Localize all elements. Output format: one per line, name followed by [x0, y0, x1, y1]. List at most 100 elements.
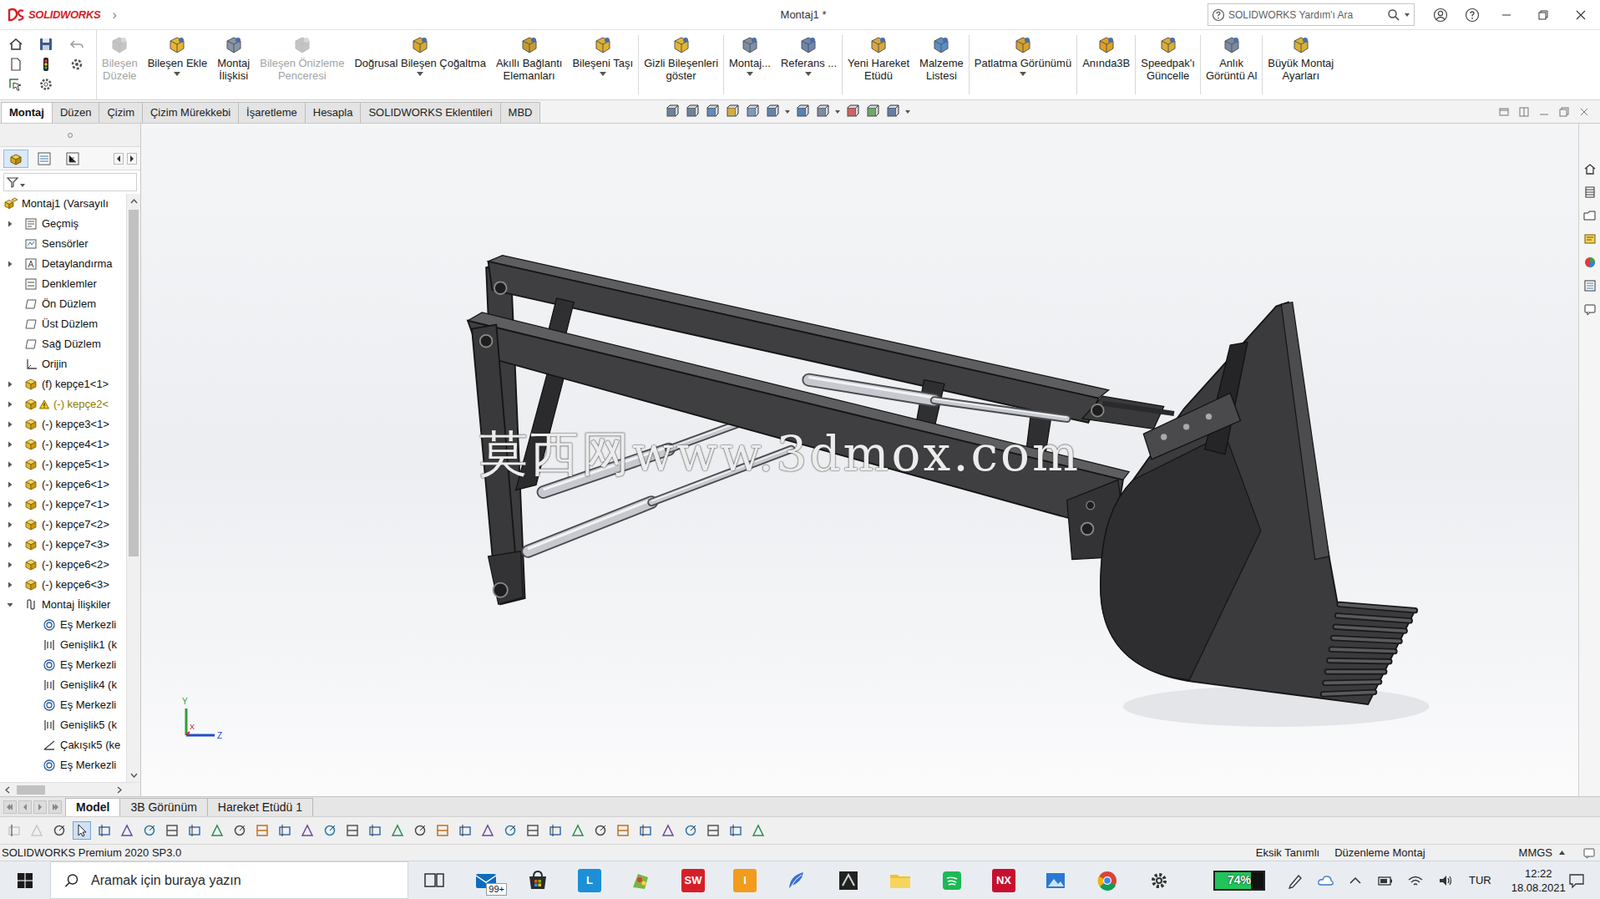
- model-tab[interactable]: Hareket Etüdü 1: [207, 797, 314, 816]
- dropdown-caret-icon[interactable]: [298, 84, 306, 89]
- design-library-icon[interactable]: [1583, 185, 1597, 199]
- options-icon[interactable]: [69, 56, 85, 72]
- sketch-tool-icon[interactable]: [185, 820, 204, 840]
- sketch-tool-icon[interactable]: [658, 820, 678, 840]
- sketch-tool-icon[interactable]: [568, 820, 588, 840]
- tree-item[interactable]: (-) kepçe6<1>: [0, 474, 127, 495]
- tree-item[interactable]: Detaylandırma: [0, 253, 127, 274]
- view-dropdown-icon[interactable]: [784, 110, 790, 114]
- ribbon-button[interactable]: Akıllı BağlantıElemanları: [491, 30, 568, 100]
- folder-icon[interactable]: [888, 868, 912, 892]
- resources-icon[interactable]: [1583, 162, 1597, 176]
- tree-item-label[interactable]: (-) kepçe6<1>: [41, 475, 110, 493]
- tree-item[interactable]: (-) kepçe5<1>: [0, 454, 127, 475]
- tree-item-label[interactable]: (-) kepçe6<3>: [41, 576, 110, 593]
- expander-icon[interactable]: [4, 518, 16, 531]
- view-tool-icon[interactable]: [794, 104, 811, 120]
- tree-item-label[interactable]: Montaj1 (Varsayılı: [21, 195, 109, 213]
- taskbar-app[interactable]: [408, 860, 461, 899]
- filter-dropdown-icon[interactable]: [20, 183, 26, 188]
- forum-icon[interactable]: [1583, 302, 1597, 316]
- tree-item-label[interactable]: Detaylandırma: [41, 255, 113, 273]
- ribbon-button[interactable]: Patlatma Görünümü: [969, 30, 1077, 100]
- settings-app-icon[interactable]: [1147, 868, 1171, 892]
- tree-item-label[interactable]: Genişlik4 (k: [60, 676, 117, 694]
- dropdown-caret-icon[interactable]: [1297, 84, 1305, 89]
- help-search-box[interactable]: [1207, 3, 1415, 26]
- dropdown-caret-icon[interactable]: [805, 71, 812, 76]
- command-tab[interactable]: Montaj: [0, 101, 53, 123]
- tree-item-label[interactable]: (-) kepçe6<2>: [41, 556, 110, 573]
- dropdown-caret-icon[interactable]: [746, 71, 754, 76]
- taskbar-app[interactable]: [874, 860, 927, 899]
- tree-item-label[interactable]: (-) kepçe5<1>: [41, 455, 110, 473]
- ribbon-button[interactable]: Anında3B: [1077, 30, 1135, 100]
- ribbon-button[interactable]: BileşenDüzele: [96, 30, 143, 100]
- taskbar-app[interactable]: [615, 860, 668, 899]
- command-tab[interactable]: Çizim Mürekkebi: [141, 101, 239, 123]
- tree-item-label[interactable]: Sağ Düzlem: [41, 335, 102, 353]
- taskbar-app[interactable]: [770, 860, 823, 899]
- tree-item-label[interactable]: Eş Merkezli: [60, 756, 117, 774]
- expander-icon[interactable]: [4, 458, 16, 471]
- expander-icon[interactable]: [4, 739, 16, 751]
- start-icon[interactable]: [0, 860, 51, 899]
- dropdown-caret-icon[interactable]: [875, 84, 882, 89]
- tree-item[interactable]: Denklemler: [0, 273, 127, 294]
- tree-item[interactable]: (-) kepçe6<2>: [0, 554, 127, 575]
- unit-system[interactable]: MMGS: [1518, 844, 1553, 861]
- ribbon-button[interactable]: Bileşen ÖnizlemePenceresi: [254, 30, 350, 100]
- tree-item[interactable]: Genişlik1 (k: [0, 634, 127, 655]
- sketch-tool-icon[interactable]: [365, 820, 385, 840]
- taskbar-app[interactable]: [822, 860, 875, 899]
- ribbon-button[interactable]: Bileşen Ekle: [142, 30, 213, 100]
- menu-arrow[interactable]: ›: [111, 7, 117, 22]
- expander-icon[interactable]: [4, 718, 16, 731]
- ds-logo-icon[interactable]: [6, 7, 26, 23]
- taskbar-app[interactable]: [1133, 860, 1185, 899]
- expander-icon[interactable]: [4, 378, 16, 390]
- ribbon-button[interactable]: Yeni HareketEtüdü: [842, 30, 915, 100]
- taskbar-app[interactable]: L: [563, 860, 616, 899]
- tree-item[interactable]: (-) kepçe4<1>: [0, 434, 127, 455]
- minimize-view-icon[interactable]: [1538, 106, 1550, 118]
- design-app-icon[interactable]: [836, 868, 861, 892]
- sketch-tool-icon[interactable]: [298, 820, 317, 840]
- tree-item[interactable]: (-) kepçe7<2>: [0, 514, 127, 535]
- sketch-tool-icon[interactable]: [117, 820, 137, 840]
- close-icon[interactable]: [1561, 0, 1600, 30]
- split-icon[interactable]: [1518, 106, 1530, 118]
- expander-icon[interactable]: [4, 598, 16, 611]
- expander-icon[interactable]: [4, 698, 16, 711]
- scroll-right-icon[interactable]: [126, 152, 137, 165]
- next-tab-icon[interactable]: [33, 800, 47, 814]
- expander-icon[interactable]: [4, 298, 16, 310]
- sketch-tool-icon[interactable]: [27, 820, 46, 840]
- ribbon-button[interactable]: Montaj...: [724, 30, 776, 100]
- filter-box[interactable]: [3, 172, 137, 192]
- scroll-left-icon[interactable]: [113, 152, 124, 165]
- solidworks-app-icon[interactable]: SW: [681, 868, 705, 892]
- tree-item-label[interactable]: Genişlik5 (k: [60, 716, 117, 734]
- sketch-tool-icon[interactable]: [207, 820, 227, 840]
- dropdown-caret-icon[interactable]: [678, 84, 685, 89]
- ribbon-button[interactable]: Gizli Bileşenlerigöster: [638, 30, 724, 100]
- tree-item[interactable]: Montaj İlişkiler: [0, 594, 127, 615]
- rebuild-icon[interactable]: [38, 56, 54, 72]
- ribbon-button[interactable]: Büyük MontajAyarları: [1262, 30, 1339, 100]
- photos-icon[interactable]: [1043, 868, 1068, 892]
- configuration-manager-icon[interactable]: [60, 149, 86, 168]
- expander-icon[interactable]: [4, 237, 16, 250]
- solidworks-logo[interactable]: SOLIDWORKS: [28, 6, 101, 24]
- dropdown-caret-icon[interactable]: [416, 71, 424, 76]
- sketch-tool-icon[interactable]: [320, 820, 340, 840]
- sketch-tool-icon[interactable]: [703, 820, 723, 840]
- dropdown-caret-icon[interactable]: [1103, 71, 1110, 76]
- sketch-tool-icon[interactable]: [546, 820, 565, 840]
- tree-item[interactable]: (f) kepçe1<1>: [0, 374, 127, 395]
- appearances-icon[interactable]: [1583, 255, 1597, 269]
- tree-item-label[interactable]: Montaj İlişkiler: [41, 596, 111, 613]
- expander-icon[interactable]: [4, 358, 16, 370]
- sketch-tool-icon[interactable]: [230, 820, 249, 840]
- search-icon[interactable]: [1387, 8, 1401, 22]
